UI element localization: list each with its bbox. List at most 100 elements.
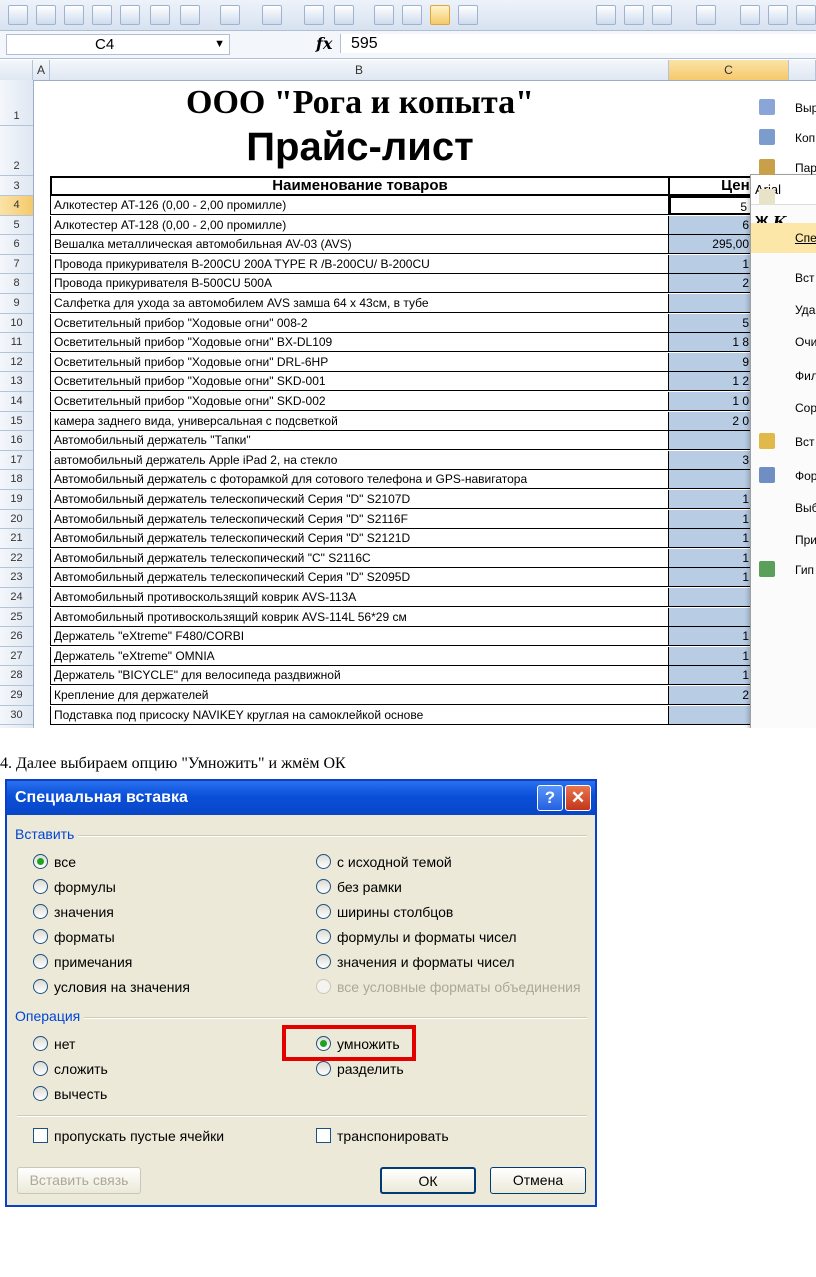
context-menu-item[interactable]: При	[751, 525, 816, 555]
row-header[interactable]: 17	[0, 451, 33, 471]
context-menu-item[interactable]: Очи	[751, 327, 816, 357]
row-header[interactable]: 20	[0, 510, 33, 530]
row-header[interactable]: 14	[0, 392, 33, 412]
context-menu-item[interactable]	[751, 183, 816, 213]
column-header-d[interactable]	[789, 60, 816, 80]
chart-icon[interactable]	[334, 5, 354, 25]
product-name-cell[interactable]: Автомобильный держатель телескопический …	[50, 548, 669, 568]
row-header[interactable]: 22	[0, 549, 33, 569]
product-name-cell[interactable]: Алкотестер AT-128 (0,00 - 2,00 промилле)	[50, 215, 669, 235]
row-header[interactable]: 3	[0, 176, 33, 196]
name-box[interactable]: C4 ▼	[6, 34, 230, 55]
help-button[interactable]: ?	[537, 785, 563, 811]
product-name-cell[interactable]: Держатель "eXtreme" F480/CORBI	[50, 627, 669, 647]
table-icon[interactable]	[624, 5, 644, 25]
product-name-cell[interactable]: Крепление для держателей	[50, 686, 669, 705]
format-painter-icon[interactable]	[150, 5, 170, 25]
context-menu-item[interactable]: Вст	[751, 427, 816, 457]
row-header[interactable]: 6	[0, 235, 33, 255]
print-icon[interactable]	[120, 5, 140, 25]
product-name-cell[interactable]: Алкотестер AT-126 (0,00 - 2,00 промилле)	[50, 196, 669, 215]
save-icon[interactable]	[92, 5, 112, 25]
row-header[interactable]: 24	[0, 588, 33, 608]
row-header[interactable]: 4	[0, 196, 33, 216]
row-header[interactable]: 9	[0, 294, 33, 314]
camera-icon[interactable]	[402, 5, 422, 25]
cancel-button[interactable]: Отмена	[490, 1167, 586, 1194]
row-header[interactable]: 25	[0, 608, 33, 628]
lock-icon[interactable]	[430, 5, 450, 25]
zoom-icon[interactable]	[304, 5, 324, 25]
pi-icon[interactable]	[262, 5, 282, 25]
grid-icon[interactable]	[458, 5, 478, 25]
row-header[interactable]: 29	[0, 686, 33, 706]
product-name-cell[interactable]: Провода прикуривателя B-500CU 500A	[50, 274, 669, 294]
row-header[interactable]: 1	[0, 80, 33, 126]
product-name-cell[interactable]: Подставка под присоску NAVIKEY круглая н…	[50, 705, 669, 725]
row-header[interactable]: 21	[0, 529, 33, 549]
context-menu-item[interactable]: Пар	[751, 153, 816, 183]
product-name-cell[interactable]: Салфетка для ухода за автомобилем AVS за…	[50, 294, 669, 313]
row-header[interactable]: 23	[0, 568, 33, 588]
context-menu-item[interactable]: Коп	[751, 123, 816, 153]
row-header[interactable]: 19	[0, 490, 33, 510]
product-name-cell[interactable]: Осветительный прибор "Ходовые огни" SKD-…	[50, 372, 669, 392]
product-name-cell[interactable]: Осветительный прибор "Ходовые огни" 008-…	[50, 313, 669, 333]
sort-icon[interactable]	[696, 5, 716, 25]
product-name-cell[interactable]: Осветительный прибор "Ходовые огни" SKD-…	[50, 392, 669, 411]
column-header-a[interactable]: A	[33, 60, 50, 80]
new-icon[interactable]	[36, 5, 56, 25]
chevron-down-icon[interactable]: ▼	[214, 35, 225, 54]
context-menu-item[interactable]: Вст	[751, 263, 816, 293]
close-button[interactable]: ✕	[565, 785, 591, 811]
context-menu-item[interactable]: Сор	[751, 393, 816, 423]
row-header[interactable]: 16	[0, 431, 33, 451]
ok-button[interactable]: ОК	[380, 1167, 476, 1194]
filter-icon[interactable]	[740, 5, 760, 25]
product-name-cell[interactable]: Держатель "BICYCLE" для велосипеда раздв…	[50, 666, 669, 686]
paste-link-button[interactable]: Вставить связь	[17, 1167, 141, 1194]
row-header[interactable]: 8	[0, 274, 33, 294]
row-header[interactable]: 30	[0, 706, 33, 726]
context-menu-item[interactable]: Уда	[751, 295, 816, 325]
product-name-cell[interactable]: Автомобильный держатель телескопический …	[50, 529, 669, 549]
product-name-cell[interactable]: Автомобильный держатель телескопический …	[50, 509, 669, 529]
row-header[interactable]: 5	[0, 216, 33, 236]
row-header[interactable]: 12	[0, 353, 33, 373]
context-menu-item[interactable]: Фил	[751, 361, 816, 391]
row-header[interactable]: 28	[0, 666, 33, 686]
row-header[interactable]: 10	[0, 314, 33, 334]
row-header[interactable]: 18	[0, 470, 33, 490]
row-header[interactable]: 27	[0, 647, 33, 667]
column-header-c[interactable]: C	[669, 60, 789, 80]
row-header[interactable]: 2	[0, 126, 33, 176]
row-header[interactable]: 13	[0, 372, 33, 392]
context-menu-item[interactable]: Выб	[751, 493, 816, 523]
fx-icon[interactable]: fx	[316, 34, 332, 53]
product-name-cell[interactable]: Автомобильный противоскользящий коврик A…	[50, 588, 669, 607]
function-icon[interactable]	[374, 5, 394, 25]
row-header[interactable]: 26	[0, 627, 33, 647]
product-name-cell[interactable]: камера заднего вида, универсальная с под…	[50, 411, 669, 431]
redo-icon[interactable]	[220, 5, 240, 25]
product-name-cell[interactable]: Автомобильный держатель телескопический …	[50, 490, 669, 509]
context-menu-item[interactable]: Выр	[751, 93, 816, 123]
product-name-cell[interactable]: Автомобильный держатель телескопический …	[50, 568, 669, 588]
select-all-corner[interactable]	[0, 60, 33, 80]
product-name-cell[interactable]: Держатель "eXtreme" OMNIA	[50, 646, 669, 666]
product-name-cell[interactable]: Автомобильный держатель "Тапки"	[50, 431, 669, 451]
globe-icon[interactable]	[768, 5, 788, 25]
toolbar-icon[interactable]	[8, 5, 28, 25]
options-icon[interactable]	[796, 5, 816, 25]
sheet-icon[interactable]	[652, 5, 672, 25]
arrow-icon[interactable]	[596, 5, 616, 25]
context-menu-item[interactable]: Гип	[751, 555, 816, 585]
product-name-cell[interactable]: Вешалка металлическая автомобильная AV-0…	[50, 235, 669, 255]
open-icon[interactable]	[64, 5, 84, 25]
product-name-cell[interactable]: Осветительный прибор "Ходовые огни" DRL-…	[50, 352, 669, 372]
product-name-cell[interactable]: Автомобильный противоскользящий коврик A…	[50, 607, 669, 627]
product-name-cell[interactable]: автомобильный держатель Apple iPad 2, на…	[50, 450, 669, 470]
product-name-cell[interactable]: Автомобильный держатель с фоторамкой для…	[50, 470, 669, 490]
context-menu-item[interactable]: Спе	[751, 223, 816, 253]
row-header[interactable]: 15	[0, 412, 33, 432]
